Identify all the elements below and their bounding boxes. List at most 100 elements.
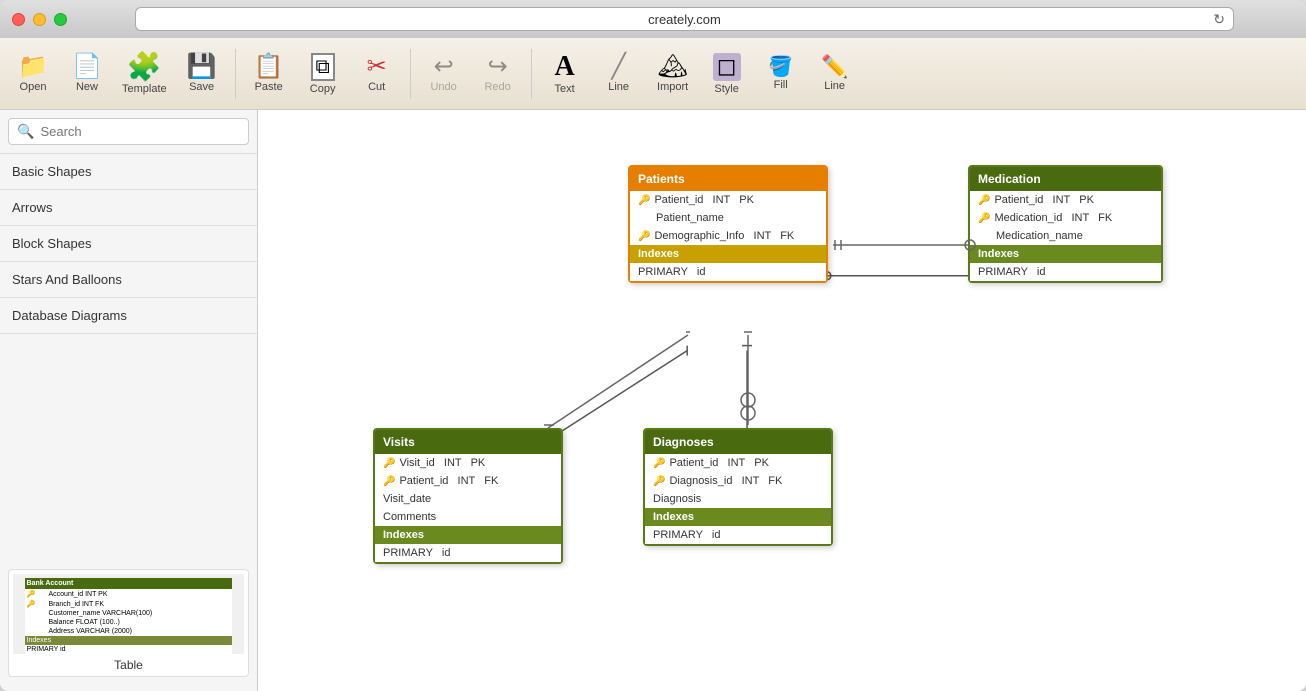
line-label: Line xyxy=(608,81,629,93)
search-input[interactable] xyxy=(40,124,240,139)
table-visits[interactable]: Visits 🔑 Visit_id INT PK 🔑 Patient_id IN… xyxy=(373,428,563,564)
separator-1 xyxy=(235,49,236,99)
main-content: 🔍 Basic Shapes Arrows Block Shapes Stars… xyxy=(0,110,1306,691)
canvas[interactable]: Patients 🔑 Patient_id INT PK Patient_nam… xyxy=(258,110,1306,691)
shape-preview-label: Table xyxy=(13,654,244,672)
table-row: 🔑 Visit_id INT PK xyxy=(375,454,561,472)
text-button[interactable]: A Text xyxy=(540,44,590,104)
line-tool-icon: ✏️ xyxy=(821,56,848,78)
table-patients[interactable]: Patients 🔑 Patient_id INT PK Patient_nam… xyxy=(628,165,828,283)
fill-button[interactable]: 🪣 Fill xyxy=(756,44,806,104)
line-tool-button[interactable]: ✏️ Line xyxy=(810,44,860,104)
new-icon: 📄 xyxy=(72,55,102,79)
line-icon: ╱ xyxy=(611,55,625,79)
url-text: creately.com xyxy=(648,12,721,27)
line-button[interactable]: ╱ Line xyxy=(594,44,644,104)
new-button[interactable]: 📄 New xyxy=(62,44,112,104)
maximize-button[interactable] xyxy=(54,13,67,26)
table-diagnoses[interactable]: Diagnoses 🔑 Patient_id INT PK 🔑 Diagnosi… xyxy=(643,428,833,546)
cut-label: Cut xyxy=(368,81,385,93)
index-header: Indexes xyxy=(970,245,1161,263)
fk-icon: 🔑 xyxy=(978,213,990,224)
open-label: Open xyxy=(20,81,47,93)
toolbar: 📁 Open 📄 New 🧩 Template 💾 Save 📋 Paste ⧉… xyxy=(0,38,1306,110)
undo-label: Undo xyxy=(430,81,456,93)
new-label: New xyxy=(76,81,98,93)
import-label: Import xyxy=(657,81,688,93)
sidebar-item-label: Stars And Balloons xyxy=(12,272,122,287)
undo-button[interactable]: ↩ Undo xyxy=(419,44,469,104)
table-row: 🔑 Patient_id INT FK xyxy=(375,472,561,490)
table-header-medication: Medication xyxy=(970,167,1161,191)
sidebar-item-arrows[interactable]: Arrows xyxy=(0,190,257,226)
address-bar[interactable]: creately.com ↻ xyxy=(135,7,1234,31)
table-header-visits: Visits xyxy=(375,430,561,454)
reload-icon[interactable]: ↻ xyxy=(1213,11,1225,28)
style-button[interactable]: ◻ Style xyxy=(702,44,752,104)
key-icon: 🔑 xyxy=(653,458,665,469)
table-row: 🔑 Medication_id INT FK xyxy=(970,209,1161,227)
template-label: Template xyxy=(122,83,167,95)
sidebar-item-block-shapes[interactable]: Block Shapes xyxy=(0,226,257,262)
fk-icon: 🔑 xyxy=(638,231,650,242)
table-header-patients: Patients xyxy=(630,167,826,191)
redo-label: Redo xyxy=(484,81,510,93)
style-icon: ◻ xyxy=(713,53,741,81)
paste-button[interactable]: 📋 Paste xyxy=(244,44,294,104)
import-icon: 🏔 xyxy=(657,55,687,79)
index-header: Indexes xyxy=(375,526,561,544)
redo-button[interactable]: ↪ Redo xyxy=(473,44,523,104)
search-input-wrap[interactable]: 🔍 xyxy=(8,118,249,145)
redo-icon: ↪ xyxy=(488,55,508,79)
key-icon: 🔑 xyxy=(978,195,990,206)
style-label: Style xyxy=(714,83,738,95)
fill-label: Fill xyxy=(774,79,788,91)
close-button[interactable] xyxy=(12,13,25,26)
import-button[interactable]: 🏔 Import xyxy=(648,44,698,104)
table-row: 🔑 Demographic_Info INT FK xyxy=(630,227,826,245)
sidebar-item-stars-balloons[interactable]: Stars And Balloons xyxy=(0,262,257,298)
sidebar: 🔍 Basic Shapes Arrows Block Shapes Stars… xyxy=(0,110,258,691)
title-bar: creately.com ↻ xyxy=(0,0,1306,38)
template-button[interactable]: 🧩 Template xyxy=(116,44,173,104)
index-row: PRIMARY id xyxy=(645,526,831,544)
separator-3 xyxy=(531,49,532,99)
cut-button[interactable]: ✂ Cut xyxy=(352,44,402,104)
template-icon: 🧩 xyxy=(127,53,162,81)
sidebar-item-database-diagrams[interactable]: Database Diagrams xyxy=(0,298,257,334)
minimize-button[interactable] xyxy=(33,13,46,26)
table-row: 🔑 Diagnosis_id INT FK xyxy=(645,472,831,490)
text-icon: A xyxy=(555,53,575,81)
shape-preview-panel: Bank Account 🔑Account_id INT PK 🔑Branch_… xyxy=(0,561,257,691)
sidebar-item-label: Arrows xyxy=(12,200,52,215)
copy-button[interactable]: ⧉ Copy xyxy=(298,44,348,104)
table-row: Patient_name xyxy=(630,209,826,227)
sidebar-item-basic-shapes[interactable]: Basic Shapes xyxy=(0,154,257,190)
plain-row: Diagnosis xyxy=(645,490,831,508)
open-button[interactable]: 📁 Open xyxy=(8,44,58,104)
copy-label: Copy xyxy=(310,83,336,95)
shape-preview: Bank Account 🔑Account_id INT PK 🔑Branch_… xyxy=(8,569,249,677)
app-window: creately.com ↻ 📁 Open 📄 New 🧩 Template 💾… xyxy=(0,0,1306,691)
table-medication[interactable]: Medication 🔑 Patient_id INT PK 🔑 Medicat… xyxy=(968,165,1163,283)
save-label: Save xyxy=(189,81,214,93)
table-row: 🔑 Patient_id INT PK xyxy=(645,454,831,472)
undo-icon: ↩ xyxy=(434,55,454,79)
table-header-diagnoses: Diagnoses xyxy=(645,430,831,454)
table-row: 🔑 Patient_id INT PK xyxy=(970,191,1161,209)
index-row: PRIMARY id xyxy=(375,544,561,562)
plain-row: Visit_date xyxy=(375,490,561,508)
fk-icon: 🔑 xyxy=(383,476,395,487)
text-label: Text xyxy=(555,83,575,95)
separator-2 xyxy=(410,49,411,99)
paste-icon: 📋 xyxy=(254,55,284,79)
index-row: PRIMARY id xyxy=(630,263,826,281)
paste-label: Paste xyxy=(255,81,283,93)
table-row: 🔑 Patient_id INT PK xyxy=(630,191,826,209)
sidebar-item-label: Database Diagrams xyxy=(12,308,127,323)
fk-icon: 🔑 xyxy=(653,476,665,487)
key-icon: 🔑 xyxy=(638,195,650,206)
index-row: PRIMARY id xyxy=(970,263,1161,281)
sidebar-item-label: Basic Shapes xyxy=(12,164,92,179)
save-button[interactable]: 💾 Save xyxy=(177,44,227,104)
